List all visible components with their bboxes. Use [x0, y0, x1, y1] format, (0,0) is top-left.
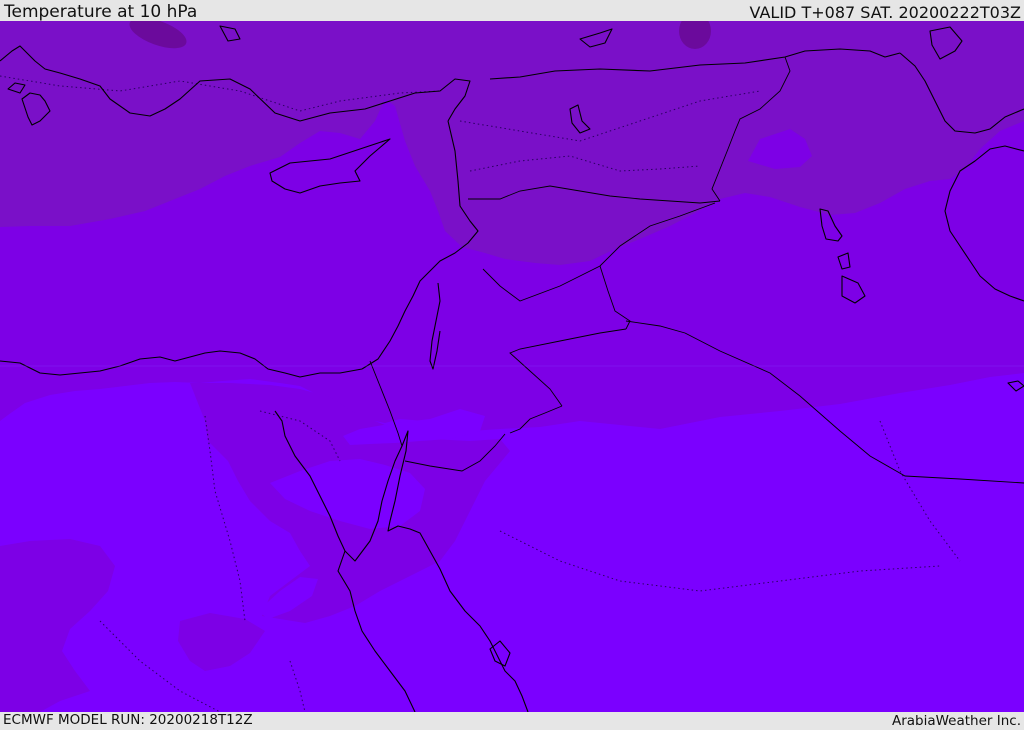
map-title: Temperature at 10 hPa: [4, 2, 198, 22]
temperature-map: [0, 21, 1024, 712]
credit: ArabiaWeather Inc.: [891, 713, 1021, 729]
valid-time: VALID T+087 SAT. 20200222T03Z: [749, 3, 1021, 22]
map-canvas: [0, 21, 1024, 712]
map-header: Temperature at 10 hPa VALID T+087 SAT. 2…: [0, 0, 1024, 22]
model-run: ECMWF MODEL RUN: 20200218T12Z: [3, 712, 253, 728]
map-footer: ECMWF MODEL RUN: 20200218T12Z ArabiaWeat…: [0, 712, 1024, 729]
